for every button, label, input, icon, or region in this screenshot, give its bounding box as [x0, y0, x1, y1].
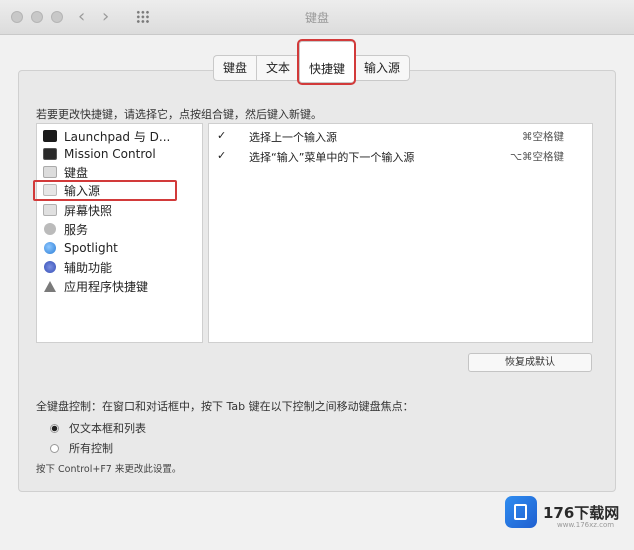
- radio-label: 仅文本框和列表: [69, 422, 146, 435]
- shortcut-checkbox[interactable]: ✓: [217, 149, 226, 162]
- category-label: 辅助功能: [64, 260, 113, 275]
- app-shortcuts-icon: [44, 280, 56, 292]
- services-icon: [44, 223, 56, 235]
- category-label: Spotlight: [64, 241, 118, 255]
- accessibility-icon: [44, 261, 56, 273]
- keyboard-icon: [43, 166, 57, 178]
- category-item-spotlight[interactable]: Spotlight: [43, 239, 118, 257]
- category-label: 屏幕快照: [64, 203, 113, 218]
- shortcut-name: 选择“输入”菜单中的下一个输入源: [249, 151, 415, 164]
- hint-text: 按下 Control+F7 来更改此设置。: [36, 464, 182, 475]
- category-list[interactable]: Launchpad 与 D... Mission Control 键盘 输入源 …: [36, 123, 203, 343]
- watermark-logo-icon: [505, 496, 537, 528]
- category-item-accessibility[interactable]: 辅助功能: [43, 258, 112, 276]
- category-item-mission-control[interactable]: Mission Control: [43, 145, 156, 163]
- selection-highlight-box: [33, 180, 177, 201]
- shortcut-key[interactable]: ⌥⌘空格键: [510, 149, 564, 164]
- shortcut-checkbox[interactable]: ✓: [217, 129, 226, 142]
- tab-input-sources[interactable]: 输入源: [354, 55, 411, 81]
- category-label: 服务: [64, 222, 89, 237]
- title-bar: ‹ › 键盘: [0, 0, 634, 35]
- mission-control-icon: [43, 148, 57, 160]
- shortcut-list[interactable]: ✓ 选择上一个输入源 ⌘空格键 ✓ 选择“输入”菜单中的下一个输入源 ⌥⌘空格键: [208, 123, 593, 343]
- watermark-text: 176下载网: [543, 503, 620, 522]
- radio-text-boxes-lists[interactable]: 仅文本框和列表: [50, 420, 146, 436]
- category-label: 应用程序快捷键: [64, 279, 149, 294]
- radio-button[interactable]: [50, 443, 59, 453]
- spotlight-icon: [44, 242, 56, 254]
- shortcut-key[interactable]: ⌘空格键: [522, 129, 564, 144]
- category-label: 键盘: [64, 165, 89, 180]
- window-title: 键盘: [304, 11, 329, 25]
- shortcut-row[interactable]: ✓ 选择“输入”菜单中的下一个输入源 ⌥⌘空格键: [209, 147, 592, 165]
- instruction-text: 若要更改快捷键，请选择它，点按组合键，然后键入新键。: [36, 108, 322, 121]
- tab-keyboard[interactable]: 键盘: [213, 55, 257, 81]
- category-label: Launchpad 与 D...: [64, 129, 171, 144]
- tab-shortcuts[interactable]: 快捷键: [297, 39, 357, 85]
- category-item-keyboard[interactable]: 键盘: [43, 163, 88, 181]
- category-item-app-shortcuts[interactable]: 应用程序快捷键: [43, 277, 148, 295]
- radio-all-controls[interactable]: 所有控制: [50, 440, 113, 456]
- restore-defaults-button[interactable]: 恢复成默认: [468, 353, 592, 372]
- shortcut-row[interactable]: ✓ 选择上一个输入源 ⌘空格键: [209, 127, 592, 145]
- tab-text[interactable]: 文本: [256, 55, 300, 81]
- radio-label: 所有控制: [69, 442, 113, 455]
- shortcut-name: 选择上一个输入源: [249, 131, 337, 144]
- full-keyboard-label: 全键盘控制：在窗口和对话框中，按下 Tab 键在以下控制之间移动键盘焦点：: [36, 400, 414, 413]
- category-item-services[interactable]: 服务: [43, 220, 88, 238]
- watermark-url: www.176xz.com: [557, 521, 615, 529]
- screenshot-icon: [43, 204, 57, 216]
- tab-bar: 键盘 文本 快捷键 输入源: [213, 39, 411, 85]
- category-label: Mission Control: [64, 147, 156, 161]
- category-item-screenshots[interactable]: 屏幕快照: [43, 201, 112, 219]
- radio-button[interactable]: [50, 423, 59, 433]
- launchpad-icon: [43, 130, 57, 142]
- category-item-launchpad[interactable]: Launchpad 与 D...: [43, 127, 170, 145]
